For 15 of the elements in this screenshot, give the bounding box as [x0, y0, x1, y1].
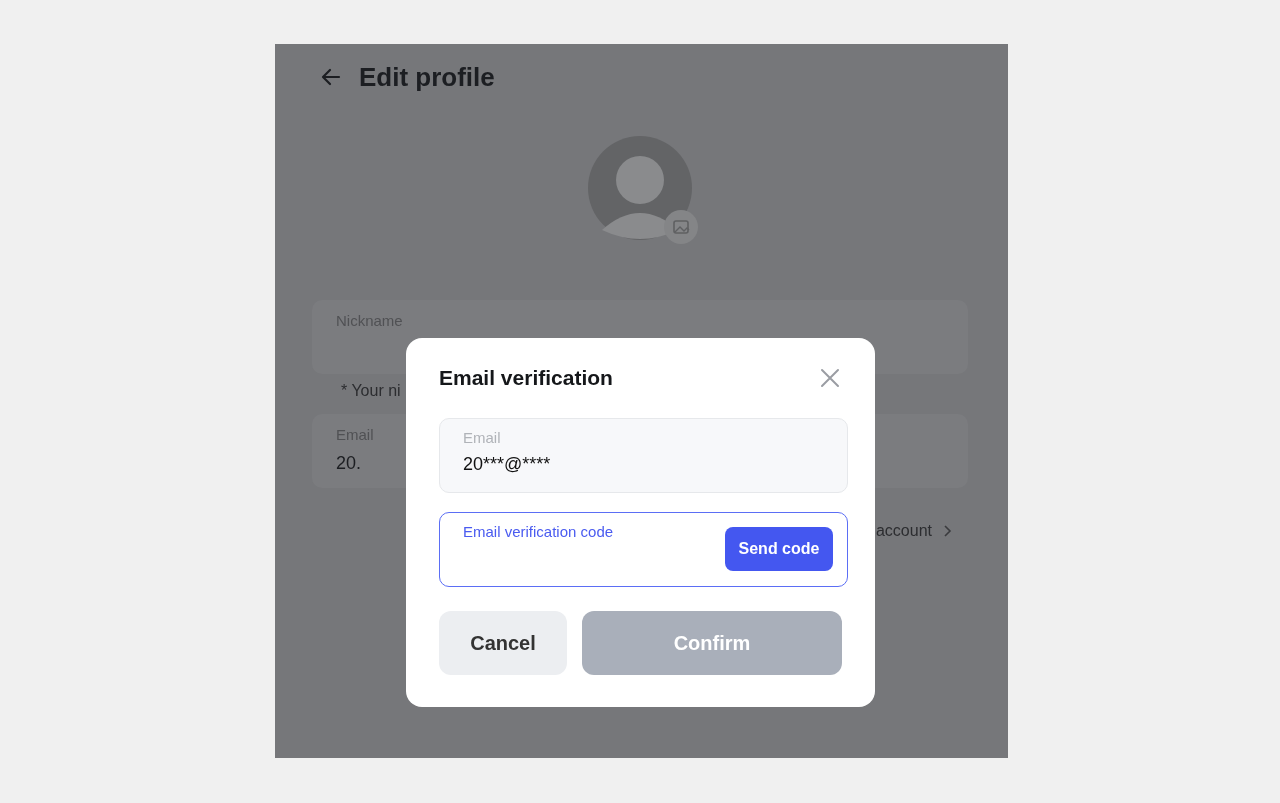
- send-code-button[interactable]: Send code: [725, 527, 833, 571]
- verification-code-field[interactable]: Email verification code Send code: [439, 512, 848, 587]
- email-field[interactable]: Email 20***@****: [439, 418, 848, 493]
- image-icon[interactable]: [664, 210, 698, 244]
- field-label: Email verification code: [463, 523, 615, 540]
- avatar[interactable]: [588, 136, 692, 240]
- field-value: 20***@****: [463, 454, 552, 475]
- chevron-icon: [942, 524, 952, 538]
- cancel-button[interactable]: Cancel: [439, 611, 567, 675]
- helper-text: * Your ni: [341, 382, 401, 399]
- close-icon[interactable]: [820, 368, 840, 388]
- field-value: 20.: [336, 453, 362, 474]
- page-title: Edit profile: [359, 61, 495, 93]
- account-link[interactable]: account: [875, 522, 932, 540]
- field-label: Email: [463, 429, 502, 446]
